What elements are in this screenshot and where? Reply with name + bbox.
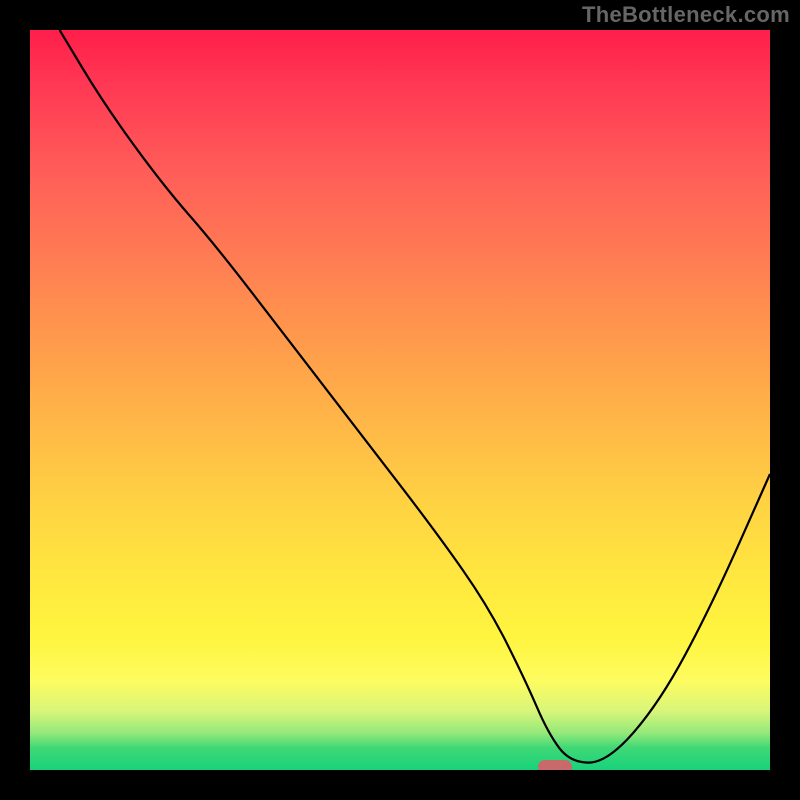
chart-container: TheBottleneck.com — [0, 0, 800, 800]
curve-svg — [30, 30, 770, 770]
bottleneck-curve-path — [60, 30, 770, 763]
optimal-marker — [538, 760, 572, 770]
watermark-text: TheBottleneck.com — [582, 2, 790, 28]
plot-area — [30, 30, 770, 770]
